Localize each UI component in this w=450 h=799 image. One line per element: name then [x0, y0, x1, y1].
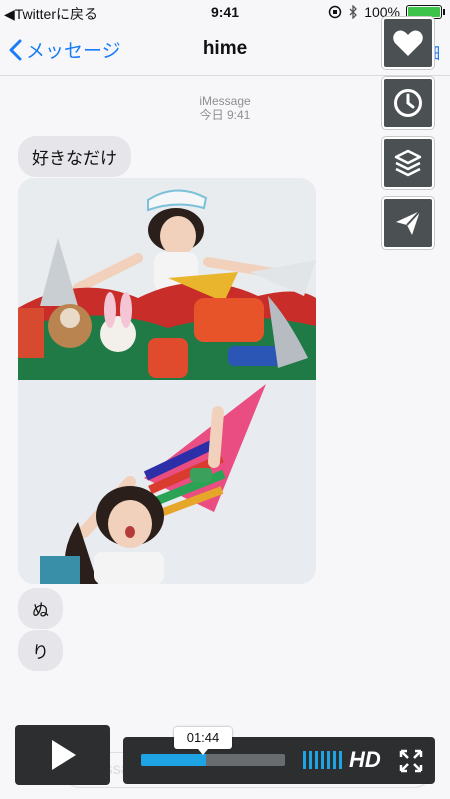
message-bubble[interactable]: 好きなだけ [18, 136, 131, 177]
clock-icon [394, 89, 422, 117]
player-controls: HD [123, 737, 435, 784]
like-button[interactable] [382, 17, 434, 69]
layers-icon [394, 149, 422, 177]
message-bubble[interactable]: ぬ [18, 588, 63, 629]
play-icon [51, 740, 76, 770]
fullscreen-icon[interactable] [399, 749, 423, 773]
orientation-lock-icon [328, 5, 342, 19]
progress-bar[interactable] [141, 754, 285, 766]
bluetooth-icon [349, 5, 358, 19]
volume-control[interactable] [303, 751, 342, 769]
time-tooltip: 01:44 [174, 727, 232, 755]
message-bubble[interactable]: り [18, 630, 63, 671]
collections-button[interactable] [382, 137, 434, 189]
play-button[interactable] [15, 725, 110, 785]
send-icon [396, 210, 421, 235]
watch-later-button[interactable] [382, 77, 434, 129]
photo-message[interactable] [18, 178, 316, 584]
progress-fill [141, 754, 206, 766]
hd-toggle[interactable]: HD [349, 747, 381, 773]
photo-image [18, 382, 316, 584]
photo-image [18, 178, 316, 380]
share-button[interactable] [382, 197, 434, 249]
heart-icon [393, 30, 423, 56]
